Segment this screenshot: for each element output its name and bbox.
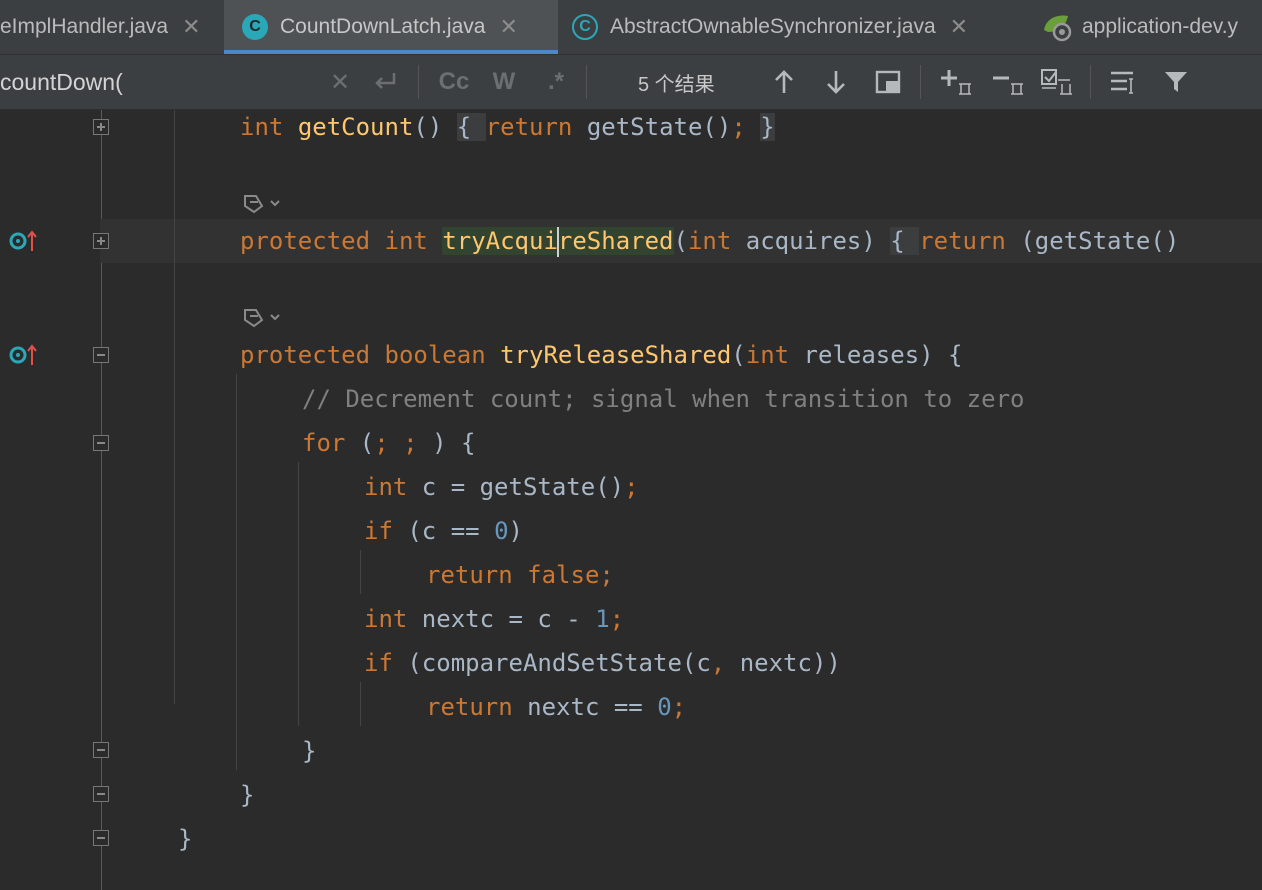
class-icon: C (242, 14, 268, 40)
remove-occurrence-icon[interactable] (988, 63, 1028, 101)
tab-label: AbstractOwnableSynchronizer.java (610, 15, 936, 38)
close-icon[interactable]: ✕ (182, 14, 200, 40)
code-line[interactable]: int getCount() { return getState(); } (240, 110, 775, 149)
editor-tab-bar: eImplHandler.java ✕ C CountDownLatch.jav… (0, 0, 1262, 55)
abstract-class-icon: C (572, 14, 598, 40)
separator (586, 65, 587, 99)
add-occurrence-icon[interactable] (936, 63, 976, 101)
filter-icon[interactable] (1156, 63, 1196, 101)
regex-button[interactable]: .* (540, 63, 572, 101)
separator (1090, 65, 1091, 99)
fold-expand-icon[interactable] (93, 233, 109, 249)
code-vision-hint-icon[interactable] (242, 192, 284, 219)
code-line[interactable]: } (178, 817, 192, 861)
separator (920, 65, 921, 99)
fold-collapse-icon[interactable] (93, 347, 109, 363)
tab-impl-handler[interactable]: eImplHandler.java ✕ (0, 0, 224, 54)
indent-guide (360, 682, 361, 726)
find-bar: countDown( ✕ Cc W .* 5 个结果 (0, 55, 1262, 110)
code-line[interactable]: // Decrement count; signal when transiti… (302, 377, 1024, 421)
code-line[interactable]: if (compareAndSetState(c, nextc)) (364, 641, 841, 685)
code-line[interactable]: int nextc = c - 1; (364, 597, 624, 641)
search-match-highlight: tryAcquireShared (442, 227, 674, 257)
fold-end-icon[interactable] (93, 786, 109, 802)
code-line[interactable]: for (; ; ) { (302, 421, 475, 465)
tab-label: CountDownLatch.java (280, 15, 486, 38)
indent-guide (174, 110, 175, 704)
overrides-method-icon[interactable] (8, 229, 38, 253)
code-line[interactable]: protected int tryAcquireShared(int acqui… (240, 219, 1179, 263)
filter-search-results-icon[interactable] (1104, 63, 1144, 101)
separator (418, 65, 419, 99)
code-line[interactable]: return nextc == 0; (426, 685, 686, 729)
tab-countdownlatch[interactable]: C CountDownLatch.java ✕ (224, 0, 558, 54)
new-line-icon[interactable] (368, 63, 402, 101)
code-line[interactable]: } (302, 729, 316, 773)
fold-end-icon[interactable] (93, 742, 109, 758)
fold-end-icon[interactable] (93, 830, 109, 846)
fold-collapse-icon[interactable] (93, 435, 109, 451)
code-line[interactable]: protected boolean tryReleaseShared(int r… (240, 333, 963, 377)
tab-label: application-dev.y (1082, 15, 1239, 38)
fold-expand-icon[interactable] (93, 119, 109, 135)
code-line[interactable]: int c = getState(); (364, 465, 639, 509)
previous-occurrence-icon[interactable] (764, 63, 804, 101)
overrides-method-icon[interactable] (8, 343, 38, 367)
clear-search-icon[interactable]: ✕ (326, 63, 354, 101)
select-all-occurrences-icon[interactable] (868, 63, 908, 101)
code-vision-hint-icon[interactable] (242, 306, 284, 333)
search-results-count: 5 个结果 (638, 73, 715, 96)
words-button[interactable]: W (488, 63, 520, 101)
next-occurrence-icon[interactable] (816, 63, 856, 101)
code-editor[interactable]: int getCount() { return getState(); } pr… (0, 110, 1262, 890)
tab-application-dev[interactable]: application-dev.y (1040, 0, 1262, 54)
search-input[interactable]: countDown( (0, 55, 330, 109)
tab-label: eImplHandler.java (0, 15, 169, 38)
code-line[interactable]: } (240, 773, 254, 817)
close-icon[interactable]: ✕ (950, 14, 968, 40)
code-line[interactable]: return false; (426, 553, 614, 597)
close-icon[interactable]: ✕ (499, 14, 517, 40)
tab-abstract-ownable-synchronizer[interactable]: C AbstractOwnableSynchronizer.java ✕ (572, 0, 1032, 54)
match-case-button[interactable]: Cc (436, 63, 472, 101)
indent-guide (298, 462, 299, 726)
code-line[interactable]: if (c == 0) (364, 509, 523, 553)
indent-guide (236, 374, 237, 770)
toggle-selection-icon[interactable] (1038, 63, 1078, 101)
spring-config-icon (1044, 15, 1072, 42)
indent-guide (360, 550, 361, 594)
